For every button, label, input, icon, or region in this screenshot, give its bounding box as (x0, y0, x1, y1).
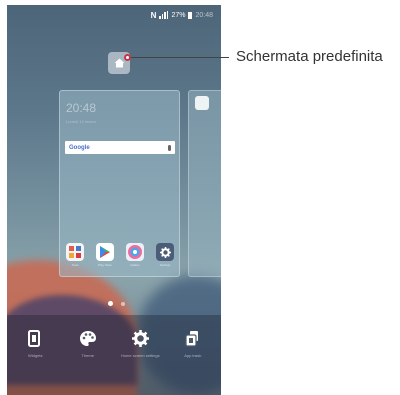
home-icon (114, 58, 124, 68)
theme-button[interactable]: Theme (63, 328, 113, 359)
gear-icon (130, 328, 150, 348)
phone-screen: N 27% 20:48 20:48 Lunedì 12 marzo Google (7, 5, 221, 395)
page-dot[interactable] (121, 301, 125, 306)
gallery-icon (126, 243, 144, 261)
signal-icon (159, 11, 169, 19)
page-indicator (108, 301, 125, 306)
next-page-preview[interactable] (188, 90, 221, 277)
play-store-icon (96, 243, 114, 261)
widgets-icon (25, 328, 45, 348)
page-dot-active[interactable] (108, 301, 113, 306)
app-row: Tools Play Store Gallery Settings (65, 243, 175, 267)
home-screen-settings-button[interactable]: Home screen settings (115, 328, 165, 359)
app-play-store[interactable]: Play Store (95, 243, 115, 267)
app-label: Settings (159, 263, 171, 267)
app-label: Tools (71, 263, 79, 267)
app-trash-button[interactable]: App trash (168, 328, 218, 359)
option-label: Widgets (28, 353, 43, 358)
option-label: App trash (184, 353, 202, 358)
callout-line (127, 57, 229, 58)
widgets-button[interactable]: Widgets (10, 328, 60, 359)
google-search-bar[interactable]: Google (65, 141, 175, 154)
date-widget: Lunedì 12 marzo (66, 119, 97, 124)
option-label: Theme (81, 353, 94, 358)
app-icon (195, 96, 209, 110)
app-label: Play Store (98, 263, 112, 267)
mic-icon (168, 144, 171, 151)
status-clock: 20:48 (195, 11, 213, 19)
app-label: Gallery (130, 263, 140, 267)
callout-label: Schermata predefinita (236, 48, 383, 65)
app-tools[interactable]: Tools (65, 243, 85, 267)
option-label: Home screen settings (120, 353, 160, 358)
settings-icon (156, 243, 174, 261)
home-options-bar: Widgets Theme Home screen settings App t… (7, 328, 221, 359)
google-logo: Google (69, 144, 90, 151)
app-trash-icon (183, 328, 203, 348)
battery-icon (188, 11, 193, 19)
app-settings[interactable]: Settings (155, 243, 175, 267)
status-bar: N 27% 20:48 (151, 8, 213, 22)
tools-folder-icon (66, 243, 84, 261)
callout-dot (124, 54, 131, 61)
home-page-preview[interactable]: 20:48 Lunedì 12 marzo Google Tools Play … (59, 90, 180, 277)
app-gallery[interactable]: Gallery (125, 243, 145, 267)
palette-icon (78, 328, 98, 348)
battery-percent: 27% (171, 11, 186, 19)
clock-widget: 20:48 (66, 101, 97, 115)
nfc-icon: N (150, 10, 157, 20)
